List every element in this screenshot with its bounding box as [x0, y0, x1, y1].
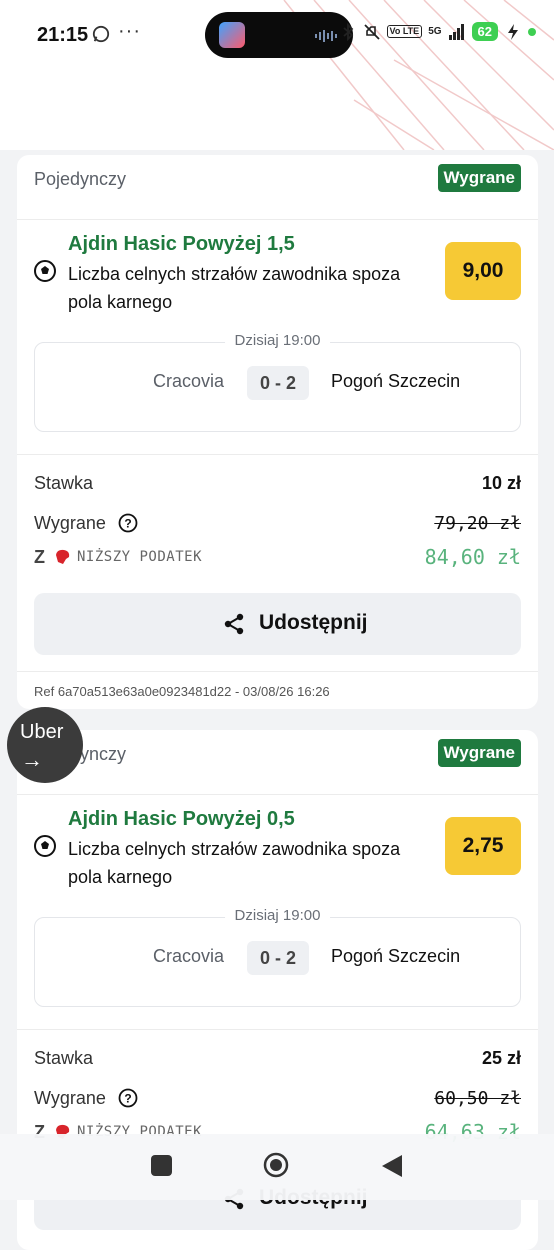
tax-row: Z NIŻSZY PODATEK 84,60 zł — [17, 543, 538, 577]
status-bar: 21:15 ··· Vo LTE 5G 62 — [0, 0, 554, 150]
selection-title: Ajdin Hasic Powyżej 1,5 — [68, 233, 295, 255]
stake-row: Stawka 25 zł — [17, 1038, 538, 1078]
bet-card-header: Pojedynczy Wygrane — [17, 155, 538, 220]
signal-icon — [448, 23, 464, 40]
whatsapp-icon — [92, 25, 110, 43]
charging-icon — [508, 23, 518, 40]
winnings-label: Wygrane — [34, 1088, 106, 1108]
divider — [17, 454, 538, 455]
share-button[interactable]: Udostępnij — [34, 593, 521, 655]
winnings-row: Wygrane ? 79,20 zł — [17, 503, 538, 543]
bet-card[interactable]: Pojedynczy Wygrane Ajdin Hasic Powyżej 1… — [17, 155, 538, 709]
dynamic-island[interactable] — [205, 12, 353, 58]
away-team: Pogoń Szczecin — [331, 371, 461, 391]
back-button[interactable] — [380, 1153, 404, 1179]
stake-value: 10 zł — [481, 473, 521, 493]
market-name: Liczba celnych strzałów zawodnika spoza … — [68, 839, 401, 887]
mute-icon — [363, 23, 380, 40]
match-time: Dzisiaj 19:00 — [224, 332, 331, 349]
network-type: 5G — [428, 26, 442, 37]
home-button[interactable] — [263, 1152, 289, 1178]
winnings-label: Wygrane — [34, 513, 106, 533]
uber-logo-text: Uber — [20, 721, 64, 743]
divider — [17, 1029, 538, 1030]
winnings-original: 60,50 zł — [434, 1088, 521, 1109]
uber-chat-bubble[interactable]: Uber → — [7, 707, 83, 783]
share-icon — [224, 613, 244, 635]
selection-title: Ajdin Hasic Powyżej 0,5 — [68, 808, 295, 830]
match-time: Dzisiaj 19:00 — [224, 907, 331, 924]
home-team: Cracovia — [152, 946, 224, 966]
app-icon — [219, 22, 245, 48]
help-icon[interactable]: ? — [118, 1088, 138, 1108]
stake-value: 25 zł — [481, 1048, 521, 1068]
share-label: Udostępnij — [259, 611, 368, 634]
reference-text: Ref 6a70a513e63a0e0923481d22 - 03/08/26 … — [34, 684, 330, 699]
selection[interactable]: Ajdin Hasic Powyżej 0,5 Liczba celnych s… — [17, 795, 538, 895]
home-team: Cracovia — [152, 371, 224, 391]
match-box[interactable]: Dzisiaj 19:00 Cracovia 0 - 2 Pogoń Szcze… — [34, 332, 521, 432]
stake-label: Stawka — [34, 473, 94, 493]
svg-text:?: ? — [124, 1092, 131, 1106]
battery-level: 62 — [471, 22, 498, 41]
stake-label: Stawka — [34, 1048, 94, 1068]
bluetooth-icon — [342, 22, 353, 41]
football-icon — [34, 835, 56, 857]
help-icon[interactable]: ? — [118, 513, 138, 533]
status-badge: Wygrane — [437, 739, 521, 767]
status-badge: Wygrane — [437, 164, 521, 192]
bet-reference: Ref 6a70a513e63a0e0923481d22 - 03/08/26 … — [17, 671, 538, 712]
tax-label: NIŻSZY PODATEK — [77, 549, 203, 565]
tax-logo-letter: Z — [34, 547, 45, 567]
bet-card-header: Pojedynczy Wygrane — [17, 730, 538, 795]
winnings-row: Wygrane ? 60,50 zł — [17, 1078, 538, 1118]
winnings-original: 79,20 zł — [434, 513, 521, 534]
stake-row: Stawka 10 zł — [17, 463, 538, 503]
odds-box: 2,75 — [445, 817, 521, 875]
svg-text:?: ? — [124, 517, 131, 531]
boxing-glove-icon — [56, 549, 70, 564]
arrow-right-icon: → — [21, 747, 43, 772]
clock: 21:15 — [37, 24, 89, 46]
market-name: Liczba celnych strzałów zawodnika spoza … — [68, 264, 401, 312]
more-notifications-icon: ··· — [118, 20, 141, 42]
selection[interactable]: Ajdin Hasic Powyżej 1,5 Liczba celnych s… — [17, 220, 538, 320]
volte-icon: Vo LTE — [386, 25, 423, 38]
match-box[interactable]: Dzisiaj 19:00 Cracovia 0 - 2 Pogoń Szcze… — [34, 907, 521, 1007]
winnings-after-tax: 84,60 zł — [424, 545, 521, 569]
system-navigation-bar — [0, 1134, 554, 1200]
recent-apps-button[interactable] — [151, 1155, 172, 1176]
match-score: 0 - 2 — [247, 366, 309, 400]
bet-type: Pojedynczy — [34, 169, 127, 189]
odds-box: 9,00 — [445, 242, 521, 300]
football-icon — [34, 260, 56, 282]
away-team: Pogoń Szczecin — [331, 946, 461, 966]
audio-wave-icon — [315, 30, 337, 42]
match-score: 0 - 2 — [247, 941, 309, 975]
system-icons: Vo LTE 5G 62 — [339, 22, 536, 41]
privacy-indicator — [528, 27, 536, 36]
